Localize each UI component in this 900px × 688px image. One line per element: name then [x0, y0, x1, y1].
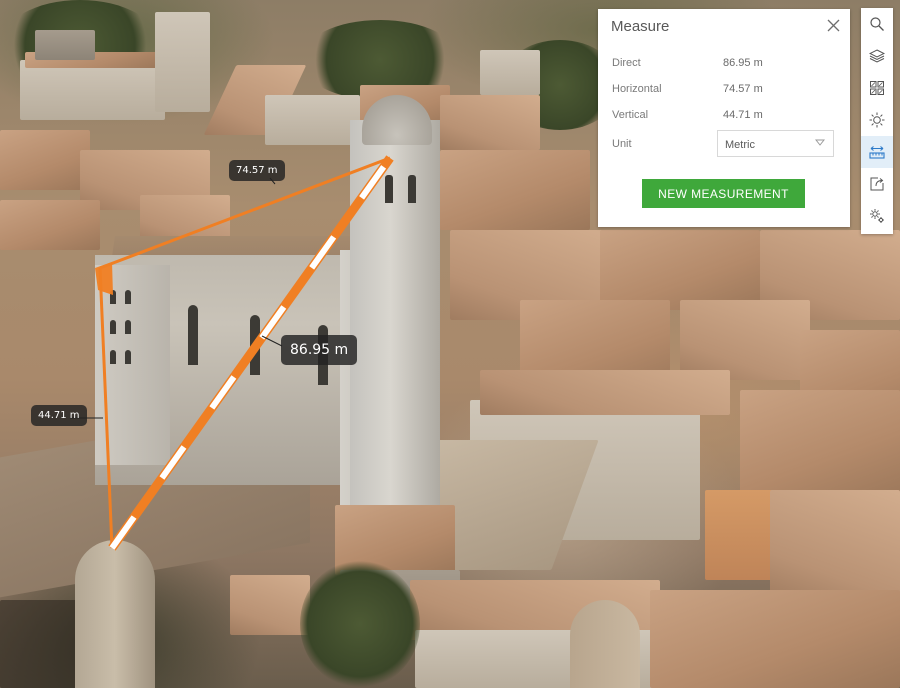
settings-button[interactable]	[861, 200, 893, 232]
round-tower	[75, 540, 155, 688]
roof	[650, 590, 900, 688]
measure-panel: Measure Direct 86.95 m Horizontal 74.57 …	[598, 9, 850, 227]
basemap-gallery-button[interactable]	[861, 72, 893, 104]
roof	[770, 490, 900, 600]
share-icon	[870, 177, 884, 191]
roof	[600, 230, 760, 310]
building	[155, 12, 210, 112]
window	[385, 175, 393, 203]
search-button[interactable]	[861, 8, 893, 40]
roof	[740, 390, 900, 500]
roof	[230, 575, 310, 635]
measure-button[interactable]	[861, 136, 893, 168]
vertical-row: Vertical 44.71 m	[612, 109, 763, 121]
window	[110, 290, 116, 304]
window	[125, 320, 131, 334]
direct-value: 86.95 m	[723, 57, 763, 69]
roof	[440, 95, 540, 150]
window	[110, 350, 116, 364]
vertical-value: 44.71 m	[723, 109, 763, 121]
gears-icon	[870, 209, 884, 223]
trees	[300, 560, 420, 688]
close-icon	[827, 19, 839, 31]
horizontal-label: Horizontal	[612, 83, 662, 95]
roof	[680, 300, 810, 380]
panel-title: Measure	[611, 18, 670, 35]
window	[188, 305, 198, 365]
cathedral-belfry	[95, 265, 170, 465]
building	[705, 490, 775, 580]
vertical-label: Vertical	[612, 109, 649, 121]
new-measurement-button[interactable]: NEW MEASUREMENT	[642, 179, 805, 208]
grid-icon	[870, 81, 884, 95]
building	[265, 95, 360, 145]
direct-label: Direct	[612, 57, 641, 69]
horizontal-row: Horizontal 74.57 m	[612, 83, 763, 95]
chevron-down-icon	[815, 139, 825, 146]
building	[35, 30, 95, 60]
search-icon	[870, 17, 884, 31]
window	[125, 290, 131, 304]
vertical-distance-label: 44.71 m	[31, 405, 87, 426]
roof	[440, 150, 590, 230]
roof	[0, 200, 100, 250]
horizontal-distance-label: 74.57 m	[229, 160, 285, 181]
right-toolbar	[861, 8, 893, 234]
building	[20, 60, 165, 120]
unit-selected-value: Metric	[725, 139, 755, 151]
roof	[480, 370, 730, 415]
roof	[0, 130, 90, 190]
sun-icon	[869, 112, 885, 128]
unit-select[interactable]: Metric	[717, 130, 834, 157]
window	[250, 315, 260, 375]
unit-row: Unit	[612, 138, 632, 150]
unit-label: Unit	[612, 138, 632, 150]
layers-icon	[869, 49, 885, 63]
round-tower	[570, 600, 640, 688]
close-button[interactable]	[824, 16, 842, 34]
horizontal-value: 74.57 m	[723, 83, 763, 95]
window	[408, 175, 416, 203]
share-button[interactable]	[861, 168, 893, 200]
daylight-button[interactable]	[861, 104, 893, 136]
direct-distance-label: 86.95 m	[281, 335, 358, 365]
cathedral-tower	[350, 120, 440, 505]
direct-row: Direct 86.95 m	[612, 57, 763, 69]
layers-button[interactable]	[861, 40, 893, 72]
building	[480, 50, 540, 95]
window	[125, 350, 131, 364]
measure-icon	[869, 146, 885, 159]
window	[110, 320, 116, 334]
